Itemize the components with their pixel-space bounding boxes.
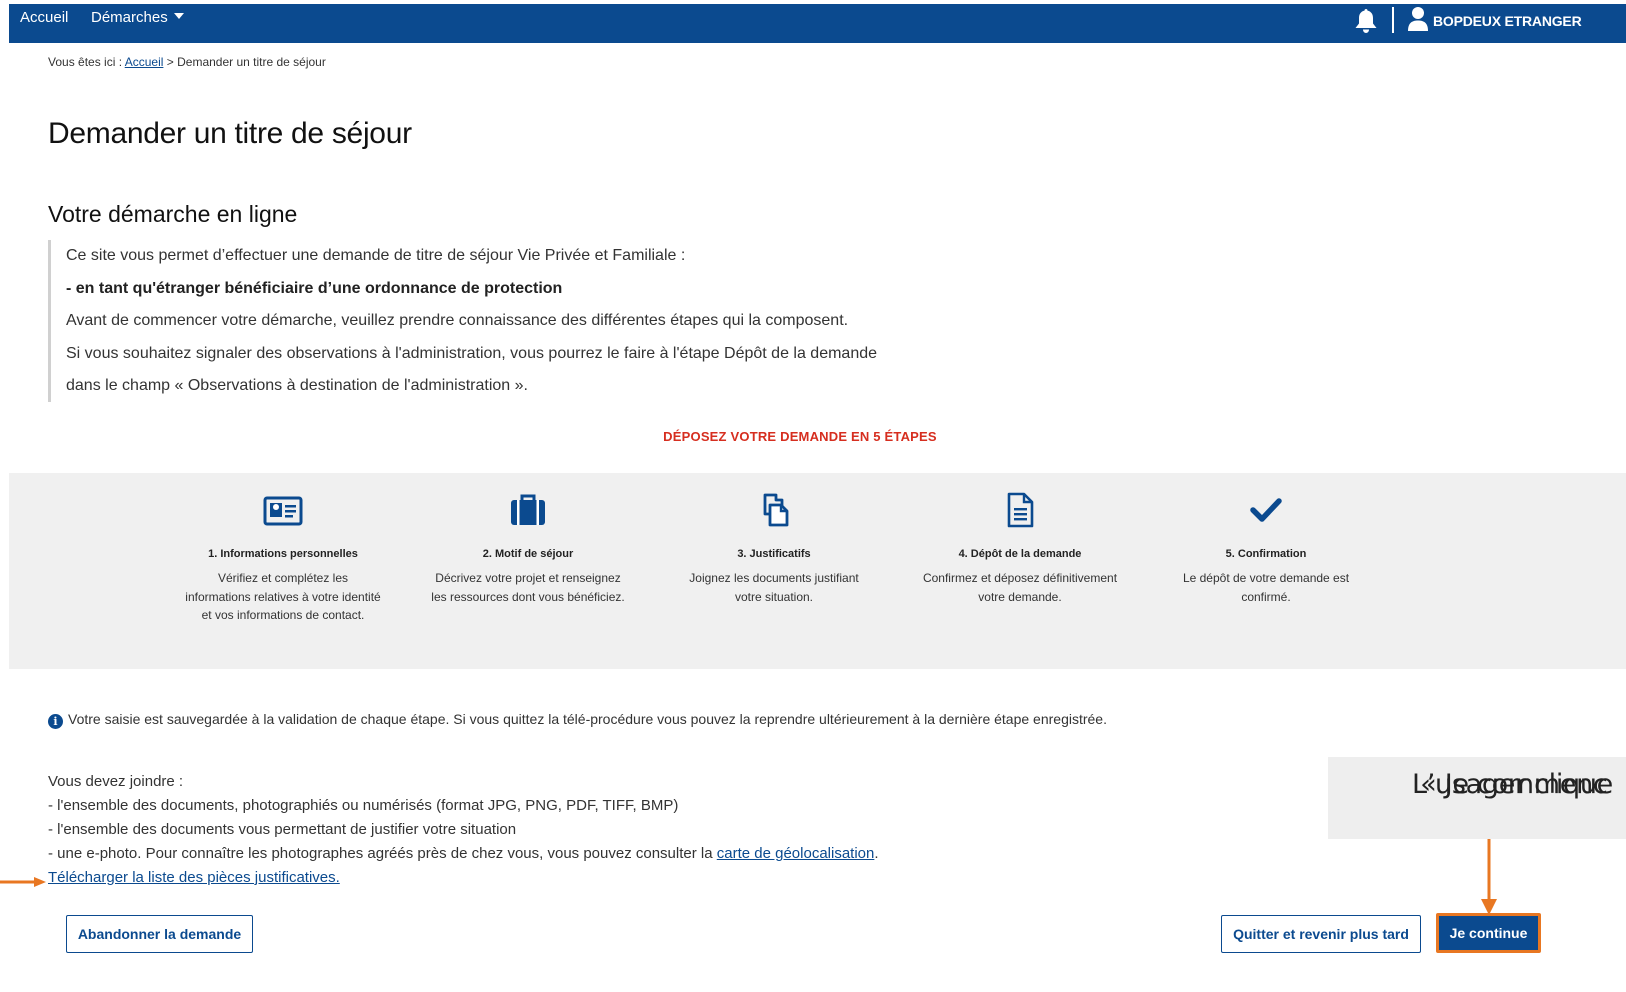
documents-icon bbox=[763, 493, 789, 527]
steps-band: 1. Informations personnelles Vérifiez et… bbox=[9, 473, 1626, 669]
step-desc-line: votre situation. bbox=[734, 589, 814, 604]
arrow-down-icon bbox=[1481, 839, 1497, 915]
file-icon bbox=[1007, 492, 1034, 528]
step-title: 4. Dépôt de la demande bbox=[958, 548, 1082, 560]
requirement-item-text: - une e-photo. Pour connaître les photog… bbox=[48, 845, 713, 862]
step-2: 2. Motif de séjour Décrivez votre projet… bbox=[408, 492, 648, 606]
intro-line: Avant de commencer votre démarche, veuil… bbox=[66, 312, 849, 329]
step-3: 3. Justificatifs Joignez les documents j… bbox=[654, 492, 894, 606]
chevron-down-icon bbox=[173, 13, 184, 19]
bell-icon[interactable] bbox=[1354, 8, 1378, 34]
breadcrumb-separator: > bbox=[166, 55, 174, 69]
step-5: 5. Confirmation Le dépôt de votre demand… bbox=[1146, 492, 1386, 606]
annotation-callout: L’usager clique « Je commenc bbox=[1328, 757, 1626, 839]
briefcase-icon bbox=[511, 494, 545, 525]
intro-block: Ce site vous permet d’effectuer une dema… bbox=[48, 240, 948, 402]
user-name[interactable]: BOPDEUX ETRANGER bbox=[1433, 13, 1582, 29]
nav-demarches-label: Démarches bbox=[91, 9, 168, 26]
step-description: Le dépôt de votre demande est confirmé. bbox=[1146, 569, 1386, 606]
step-desc-line: Vérifiez et complétez les bbox=[217, 571, 349, 585]
step-desc-line: informations relatives à votre identité bbox=[185, 589, 381, 604]
page-title: Demander un titre de séjour bbox=[48, 117, 412, 150]
step-title: 5. Confirmation bbox=[1225, 548, 1307, 560]
user-icon bbox=[1408, 7, 1428, 31]
step-desc-line: Le dépôt de votre demande est bbox=[1182, 571, 1350, 585]
annotation-line: « Je commenc bbox=[1412, 769, 1608, 800]
step-desc-line: Décrivez votre projet et renseignez bbox=[435, 571, 621, 585]
breadcrumb-home-link[interactable]: Accueil bbox=[125, 55, 164, 69]
requirement-item: - l'ensemble des documents vous permetta… bbox=[48, 821, 517, 838]
abandon-button[interactable]: Abandonner la demande bbox=[66, 915, 253, 953]
step-description: Décrivez votre projet et renseignez les … bbox=[408, 569, 648, 606]
check-icon bbox=[1250, 498, 1282, 522]
requirement-item: - une e-photo. Pour connaître les photog… bbox=[48, 842, 879, 866]
geolocation-map-link[interactable]: carte de géolocalisation bbox=[717, 845, 875, 862]
arrow-right-icon bbox=[0, 877, 46, 887]
save-info-text: Votre saisie est sauvegardée à la valida… bbox=[68, 711, 1107, 727]
requirement-item-suffix: . bbox=[874, 845, 879, 862]
breadcrumb-current: Demander un titre de séjour bbox=[177, 55, 326, 69]
step-description: Vérifiez et complétez les informations r… bbox=[163, 569, 403, 625]
download-list-link[interactable]: Télécharger la liste des pièces justific… bbox=[48, 869, 340, 886]
quit-later-button[interactable]: Quitter et revenir plus tard bbox=[1221, 915, 1421, 953]
breadcrumb-prefix: Vous êtes ici : bbox=[48, 55, 123, 69]
step-1: 1. Informations personnelles Vérifiez et… bbox=[163, 492, 403, 625]
top-nav-bar: Accueil Démarches BOPDEUX ETRANGER bbox=[9, 4, 1626, 43]
nav-separator bbox=[1392, 7, 1394, 33]
requirements-block: Vous devez joindre : - l'ensemble des do… bbox=[48, 770, 879, 890]
id-card-icon bbox=[263, 496, 303, 526]
step-title: 3. Justificatifs bbox=[737, 548, 811, 560]
step-4: 4. Dépôt de la demande Confirmez et dépo… bbox=[900, 492, 1140, 606]
intro-line: Ce site vous permet d’effectuer une dema… bbox=[66, 247, 686, 264]
intro-line: Si vous souhaitez signaler des observati… bbox=[66, 344, 878, 362]
breadcrumb: Vous êtes ici : Accueil > Demander un ti… bbox=[48, 55, 326, 69]
section-title: Votre démarche en ligne bbox=[48, 201, 298, 227]
step-desc-line: confirmé. bbox=[1241, 589, 1291, 604]
step-title: 1. Informations personnelles bbox=[208, 548, 358, 560]
info-icon: i bbox=[48, 714, 63, 729]
step-desc-line: Confirmez et déposez définitivement bbox=[922, 571, 1118, 585]
nav-demarches-menu[interactable]: Démarches bbox=[91, 4, 184, 31]
step-desc-line: et vos informations de contact. bbox=[201, 608, 365, 622]
nav-home-link[interactable]: Accueil bbox=[20, 4, 68, 31]
intro-line-bold: - en tant qu'étranger bénéficiaire d’une… bbox=[66, 279, 563, 297]
requirements-heading: Vous devez joindre : bbox=[48, 773, 184, 790]
requirement-item: - l'ensemble des documents, photographié… bbox=[48, 797, 679, 814]
step-description: Joignez les documents justifiant votre s… bbox=[654, 569, 894, 606]
step-desc-line: les ressources dont vous bénéficiez. bbox=[431, 589, 625, 604]
continue-button[interactable]: Je continue bbox=[1436, 913, 1541, 953]
step-description: Confirmez et déposez définitivement votr… bbox=[900, 569, 1140, 606]
step-desc-line: Joignez les documents justifiant bbox=[689, 571, 859, 585]
steps-title: DÉPOSEZ VOTRE DEMANDE EN 5 ÉTAPES bbox=[663, 429, 937, 444]
intro-line: dans le champ « Observations à destinati… bbox=[66, 377, 528, 394]
step-title: 2. Motif de séjour bbox=[482, 548, 574, 560]
save-info: i Votre saisie est sauvegardée à la valid… bbox=[48, 711, 1107, 729]
step-desc-line: votre demande. bbox=[978, 589, 1062, 604]
